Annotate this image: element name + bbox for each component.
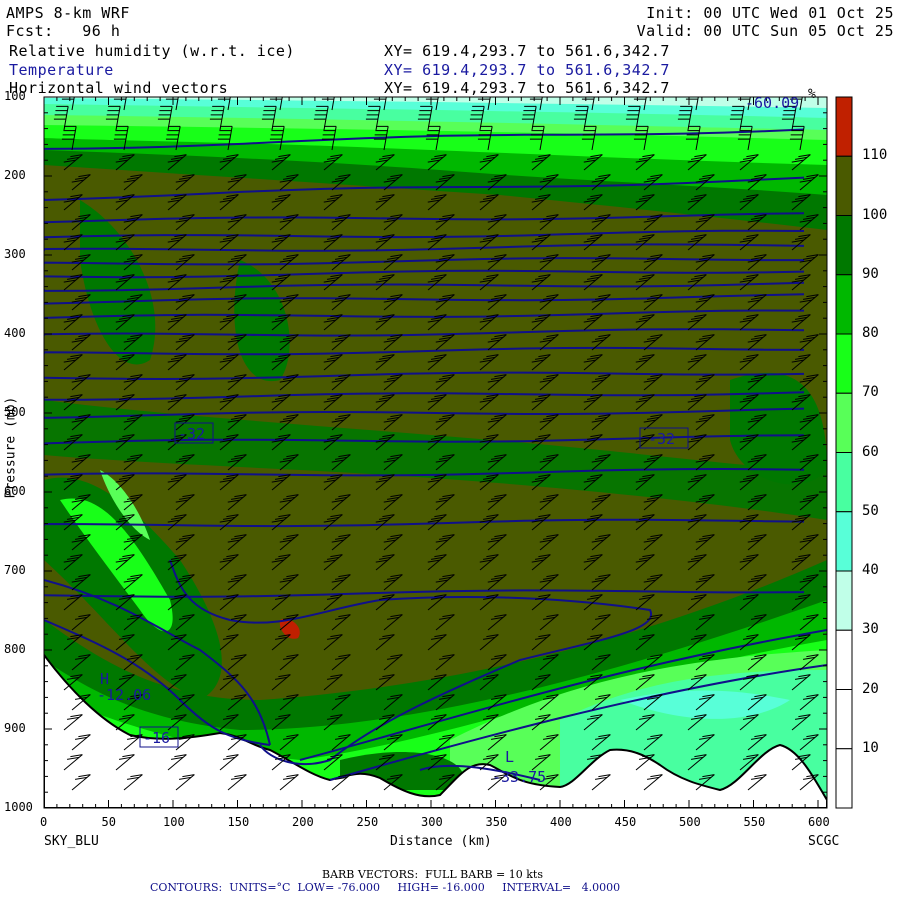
x-tick-label: 100 <box>163 815 185 829</box>
y-tick-label: 300 <box>4 247 26 261</box>
colorbar-label: 40 <box>862 562 879 578</box>
y-tick-label: 700 <box>4 563 26 577</box>
colorbar-bin <box>835 155 853 216</box>
x-tick-label: 250 <box>356 815 379 829</box>
contour-label: -32 <box>178 425 205 443</box>
colorbar-label: 10 <box>862 739 879 756</box>
colorbar <box>835 96 853 809</box>
colorbar-bin <box>835 333 853 394</box>
colorbar-bin <box>835 215 853 276</box>
colorbar-label: 20 <box>862 680 879 697</box>
y-tick-label: 200 <box>4 168 26 182</box>
colorbar-bin <box>835 274 853 335</box>
x-tick-label: 400 <box>550 815 572 829</box>
y-tick-label: 800 <box>4 642 26 656</box>
colorbar-label: 110 <box>862 147 888 164</box>
colorbar-label: 100 <box>862 206 888 223</box>
contour-label: -16 <box>143 729 170 747</box>
plot-area: -32 -32 -16 -60.09 H -12.06 L -33.75 <box>43 94 853 809</box>
colorbar-bin <box>835 570 853 631</box>
colorbar-bin <box>835 629 853 690</box>
rh-field <box>44 97 827 808</box>
contour-label: -32 <box>648 430 675 448</box>
right-endpoint: SCGC <box>808 834 840 849</box>
y-tick-label: 1000 <box>4 800 33 814</box>
colorbar-bin <box>835 452 853 513</box>
y-tick-label: 400 <box>4 326 26 340</box>
x-tick-label: 150 <box>227 815 250 829</box>
colorbar-bin <box>835 748 853 809</box>
colorbar-label: 50 <box>862 502 879 519</box>
colorbar-label: 90 <box>862 265 879 282</box>
extremum-low-value: -33.75 <box>492 768 546 786</box>
x-tick-label: 450 <box>614 815 637 829</box>
x-tick-label: 550 <box>743 815 766 829</box>
x-tick-label: 600 <box>808 815 830 829</box>
colorbar-label: 80 <box>862 325 879 341</box>
extremum-low-marker: L <box>505 748 514 766</box>
colorbar-label: 70 <box>862 384 879 401</box>
colorbar-unit: % <box>808 87 816 102</box>
colorbar-label: 30 <box>862 621 879 638</box>
cross-section-plot: AMPS 8-km WRF Fcst: 96 h Init: 00 UTC We… <box>0 0 900 900</box>
x-tick-label: 200 <box>292 815 314 829</box>
barb-legend: BARB VECTORS: FULL BARB = 10 kts <box>322 868 543 881</box>
colorbar-bin <box>835 392 853 453</box>
colorbar-bin <box>835 689 853 750</box>
y-tick-label: 900 <box>4 721 26 735</box>
contour-legend: CONTOURS: UNITS=°C LOW= -76.000 HIGH= -1… <box>150 881 621 894</box>
x-tick-label: 0 <box>40 815 48 829</box>
colorbar-bin <box>835 96 853 157</box>
colorbar-bin <box>835 511 853 572</box>
x-tick-label: 300 <box>421 815 443 829</box>
y-tick-label: 100 <box>4 89 26 103</box>
extremum-high-value: -12.06 <box>97 686 151 704</box>
x-axis-label: Distance (km) <box>390 834 492 849</box>
colorbar-label: 60 <box>862 443 879 460</box>
left-endpoint: SKY_BLU <box>44 834 99 849</box>
contour-label: -60.09 <box>745 94 799 112</box>
y-axis-label: Pressure (mb) <box>3 396 19 499</box>
x-tick-label: 350 <box>485 815 508 829</box>
x-tick-label: 500 <box>679 815 701 829</box>
x-tick-label: 50 <box>101 815 116 829</box>
